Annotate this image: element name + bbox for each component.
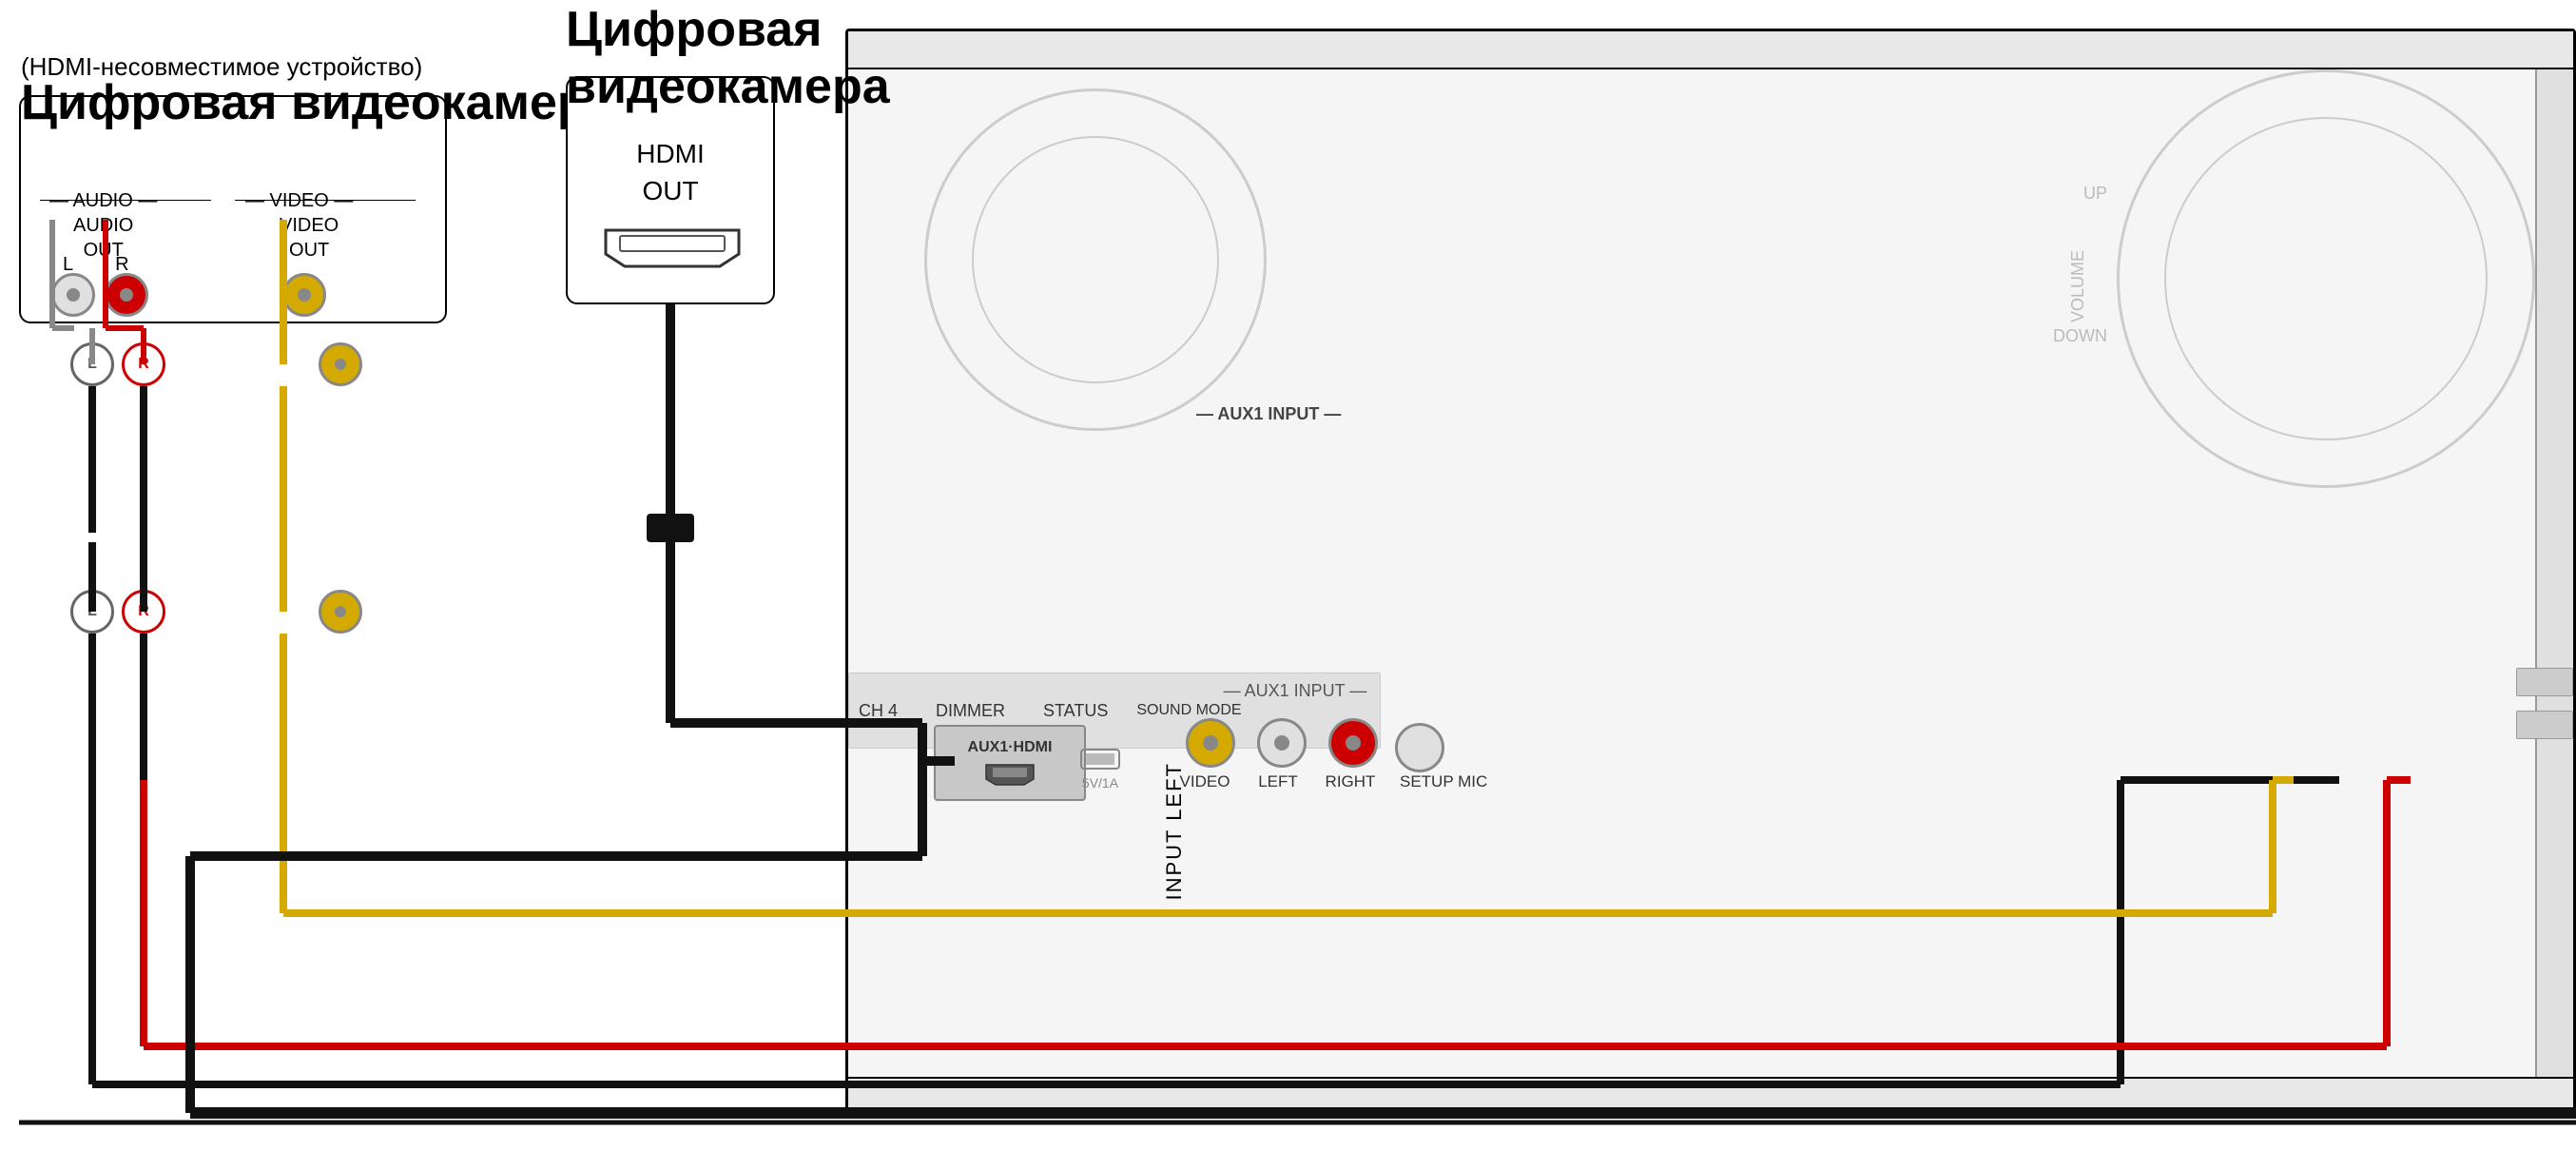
video-section-label: — VIDEO — bbox=[245, 190, 353, 212]
aux1-hdmi-label: AUX1·HDMI bbox=[968, 739, 1053, 756]
video-plug-top bbox=[319, 342, 362, 386]
audio-r-rca bbox=[105, 273, 148, 317]
status-label: STATUS bbox=[1043, 701, 1108, 721]
main-device: UP DOWN VOLUME CH 4 DIMMER STATUS SOUND … bbox=[845, 29, 2576, 1113]
hdmi-port-icon bbox=[981, 760, 1038, 787]
down-label: DOWN bbox=[2053, 326, 2107, 346]
aux1-input-bar: — AUX1 INPUT — bbox=[1162, 680, 1428, 701]
input-left-text: INPUT LEFT bbox=[1162, 762, 1187, 901]
audio-plug-r-top: R bbox=[122, 342, 165, 386]
sound-mode-label: SOUND MODE bbox=[1136, 701, 1241, 719]
setup-mic-label: SETUP MIC bbox=[1400, 772, 1487, 791]
video-rca-connector bbox=[1186, 718, 1235, 768]
left-label: LEFT bbox=[1249, 772, 1307, 791]
video-rca bbox=[282, 273, 326, 317]
audio-section-label: — AUDIO — bbox=[49, 190, 157, 212]
left-rca-connector bbox=[1257, 718, 1307, 768]
top-bar bbox=[848, 31, 2573, 69]
audio-plug-r-bottom: R bbox=[122, 590, 165, 634]
up-label: UP bbox=[2083, 184, 2107, 204]
diagram-container: UP DOWN VOLUME CH 4 DIMMER STATUS SOUND … bbox=[0, 0, 2576, 1151]
bottom-bar bbox=[848, 1077, 2573, 1110]
video-plug-bottom bbox=[319, 590, 362, 634]
hdmi-socket-symbol bbox=[596, 221, 748, 273]
dimmer-label: DIMMER bbox=[936, 701, 1005, 721]
usb-port-icon bbox=[1076, 745, 1124, 773]
audio-l-rca bbox=[51, 273, 95, 317]
audio-plug-l-bottom: L bbox=[70, 590, 114, 634]
right-label: RIGHT bbox=[1322, 772, 1379, 791]
digital-camera-title: Цифровая видеокамера bbox=[566, 2, 890, 116]
mic-connector bbox=[1395, 723, 1444, 772]
speaker-left-inner bbox=[972, 136, 1219, 383]
analog-camera-title: Цифровая видеокамера bbox=[21, 74, 615, 131]
right-connector-area bbox=[2535, 69, 2573, 1077]
aux1-input-overlay-label: — AUX1 INPUT — bbox=[1196, 404, 1341, 424]
video-out-label: VIDEO OUT bbox=[280, 213, 339, 263]
speaker-right-inner bbox=[2164, 117, 2488, 440]
usb-label: 5V/1A bbox=[1082, 775, 1118, 790]
usb-port-area: 5V/1A bbox=[1053, 739, 1148, 796]
volume-label: VOLUME bbox=[2068, 250, 2088, 322]
hdmi-out-label: HDMI OUT bbox=[568, 135, 773, 209]
audio-plug-l-top: L bbox=[70, 342, 114, 386]
aux1-input-label: — AUX1 INPUT — bbox=[1224, 681, 1367, 701]
right-rca-connector bbox=[1328, 718, 1378, 768]
ch4-label: CH 4 bbox=[859, 701, 898, 721]
